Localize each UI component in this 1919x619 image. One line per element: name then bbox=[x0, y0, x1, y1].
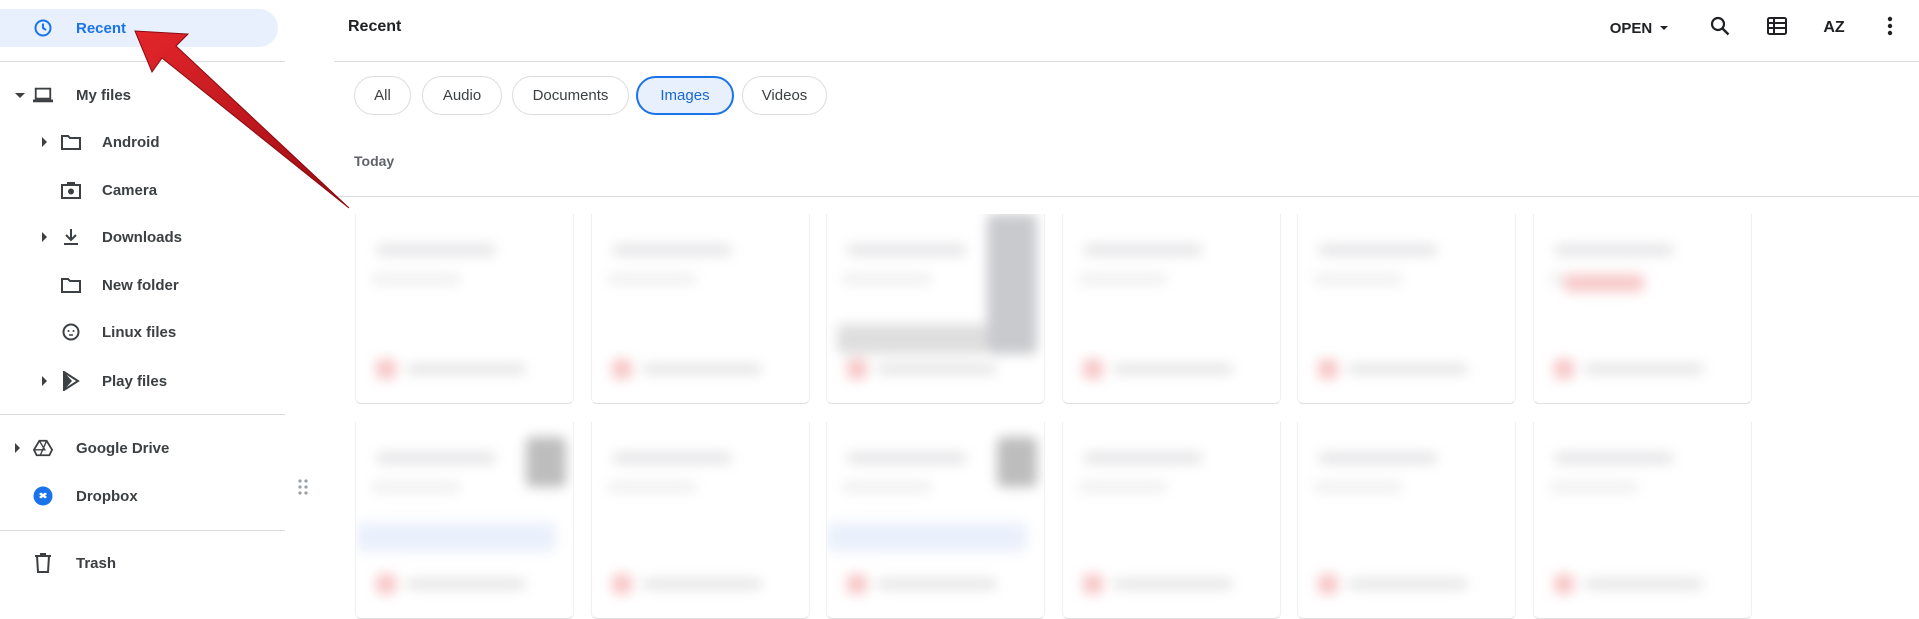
sidebar-item-label: Play files bbox=[102, 372, 168, 390]
sidebar-item-label: Recent bbox=[76, 19, 127, 37]
dropdown-arrow-icon bbox=[1660, 26, 1669, 30]
chip-documents[interactable]: Documents bbox=[512, 76, 629, 115]
sidebar-item-label: Dropbox bbox=[76, 487, 138, 505]
camera-icon bbox=[61, 180, 81, 200]
chip-audio[interactable]: Audio bbox=[422, 76, 502, 115]
clock-icon bbox=[33, 18, 53, 38]
image-thumbnail[interactable] bbox=[355, 214, 574, 404]
folder-icon bbox=[61, 132, 81, 152]
play-store-icon bbox=[61, 371, 81, 391]
trash-icon bbox=[33, 553, 53, 573]
sort-az-icon: AZ bbox=[1823, 19, 1845, 36]
chip-all[interactable]: All bbox=[354, 76, 411, 115]
sidebar-item-label: Android bbox=[102, 133, 160, 151]
dropbox-icon bbox=[33, 486, 53, 506]
divider bbox=[0, 530, 285, 531]
chip-images[interactable]: Images bbox=[636, 76, 734, 115]
expand-arrow-icon[interactable] bbox=[15, 93, 25, 98]
laptop-icon bbox=[33, 85, 53, 105]
search-button[interactable] bbox=[1706, 14, 1734, 42]
image-thumbnail[interactable] bbox=[1061, 422, 1281, 619]
sidebar-item-camera[interactable]: Camera bbox=[0, 171, 285, 209]
image-thumbnail[interactable] bbox=[590, 422, 810, 619]
expand-arrow-icon[interactable] bbox=[42, 376, 47, 386]
sidebar-item-label: Google Drive bbox=[76, 439, 170, 457]
sidebar-item-dropbox[interactable]: Dropbox bbox=[0, 477, 285, 515]
sidebar-item-label: My files bbox=[76, 86, 132, 104]
sidebar-item-android[interactable]: Android bbox=[0, 123, 285, 161]
divider bbox=[0, 61, 285, 62]
sidebar-item-linux-files[interactable]: Linux files bbox=[0, 313, 285, 351]
sidebar-item-play-files[interactable]: Play files bbox=[0, 362, 285, 400]
image-thumbnail[interactable] bbox=[1532, 214, 1752, 404]
sidebar-item-my-files[interactable]: My files bbox=[0, 76, 285, 114]
header-divider bbox=[334, 61, 1919, 62]
open-button[interactable]: OPEN bbox=[1600, 14, 1678, 42]
sidebar-item-label: New folder bbox=[102, 276, 179, 294]
divider bbox=[0, 414, 285, 415]
expand-arrow-icon[interactable] bbox=[42, 232, 47, 242]
image-thumbnail[interactable] bbox=[590, 214, 810, 404]
section-header-today: Today bbox=[354, 153, 395, 169]
open-label: OPEN bbox=[1609, 19, 1653, 37]
sidebar: Recent My files Android Camera Downloads… bbox=[0, 0, 285, 619]
sidebar-item-trash[interactable]: Trash bbox=[0, 544, 285, 582]
image-thumbnail[interactable] bbox=[826, 422, 1045, 619]
image-thumbnail[interactable] bbox=[1297, 214, 1516, 404]
sidebar-item-label: Trash bbox=[76, 554, 117, 572]
sidebar-item-label: Linux files bbox=[102, 323, 177, 341]
sidebar-resize-handle-icon[interactable] bbox=[298, 479, 308, 495]
expand-arrow-icon[interactable] bbox=[42, 137, 47, 147]
download-icon bbox=[61, 227, 81, 247]
more-vert-icon bbox=[1887, 16, 1893, 40]
more-options-button[interactable] bbox=[1876, 14, 1904, 42]
sidebar-item-label: Downloads bbox=[102, 228, 183, 246]
page-title: Recent bbox=[348, 18, 402, 35]
view-toggle-button[interactable] bbox=[1763, 14, 1791, 42]
chip-videos[interactable]: Videos bbox=[742, 76, 827, 115]
folder-icon bbox=[61, 275, 81, 295]
image-thumbnail[interactable] bbox=[1061, 214, 1281, 404]
image-thumbnail[interactable] bbox=[826, 214, 1045, 404]
google-drive-icon bbox=[33, 438, 53, 458]
sort-button[interactable]: AZ bbox=[1820, 14, 1848, 42]
sidebar-item-label: Camera bbox=[102, 181, 158, 199]
image-thumbnail[interactable] bbox=[1532, 422, 1752, 619]
expand-arrow-icon[interactable] bbox=[15, 443, 20, 453]
sidebar-item-new-folder[interactable]: New folder bbox=[0, 266, 285, 304]
image-thumbnail[interactable] bbox=[1297, 422, 1516, 619]
section-divider bbox=[334, 196, 1919, 197]
image-thumbnail[interactable] bbox=[355, 422, 574, 619]
sidebar-item-downloads[interactable]: Downloads bbox=[0, 218, 285, 256]
search-icon bbox=[1710, 16, 1730, 40]
sidebar-item-recent[interactable]: Recent bbox=[0, 9, 278, 47]
sidebar-item-google-drive[interactable]: Google Drive bbox=[0, 429, 285, 467]
list-view-icon bbox=[1767, 17, 1787, 39]
penguin-icon bbox=[61, 322, 81, 342]
